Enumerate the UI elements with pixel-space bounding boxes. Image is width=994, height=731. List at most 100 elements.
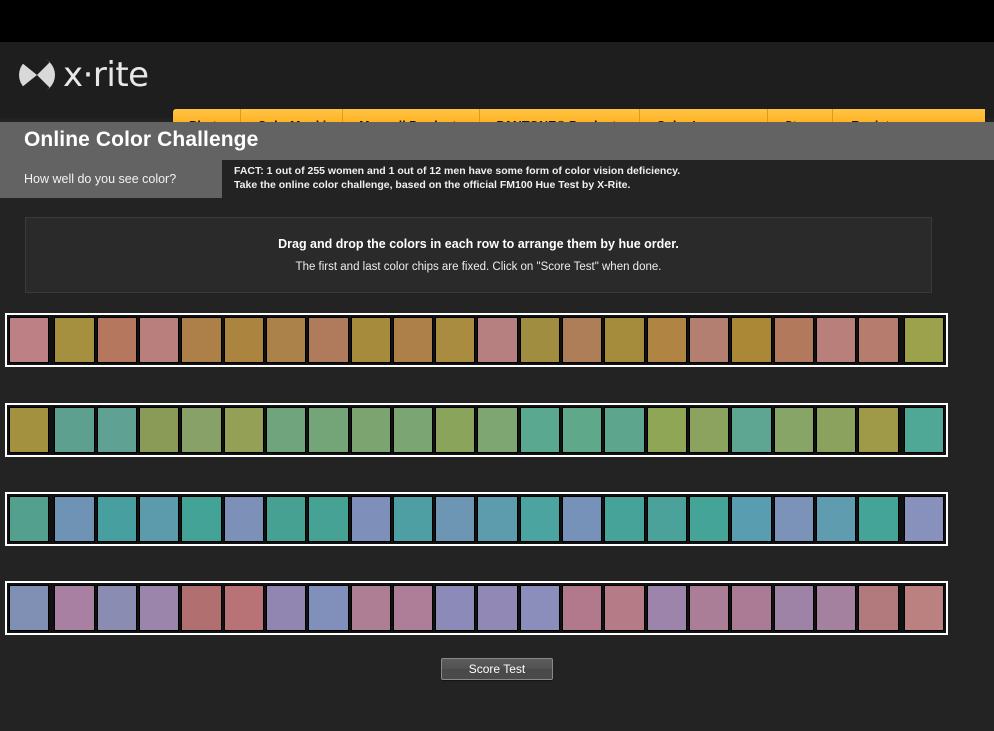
color-chip[interactable] <box>223 317 264 363</box>
color-chip[interactable] <box>435 317 476 363</box>
instruction-primary: Drag and drop the colors in each row to … <box>278 237 679 251</box>
color-chip[interactable] <box>435 407 476 453</box>
color-chip[interactable] <box>54 496 95 542</box>
color-chip[interactable] <box>350 317 391 363</box>
color-chip[interactable] <box>435 585 476 631</box>
color-chip[interactable] <box>773 496 814 542</box>
color-chip[interactable] <box>562 496 603 542</box>
color-chip[interactable] <box>477 317 518 363</box>
color-chip-fixed <box>9 317 50 363</box>
color-chip[interactable] <box>477 407 518 453</box>
color-row <box>5 492 948 546</box>
color-chip[interactable] <box>308 496 349 542</box>
color-chip[interactable] <box>223 407 264 453</box>
color-chip[interactable] <box>773 585 814 631</box>
color-chip[interactable] <box>308 585 349 631</box>
color-chip[interactable] <box>815 585 857 631</box>
color-chip[interactable] <box>350 496 391 542</box>
color-chip[interactable] <box>350 407 391 453</box>
color-chip[interactable] <box>96 317 137 363</box>
color-chip[interactable] <box>519 407 561 453</box>
color-chip[interactable] <box>54 585 95 631</box>
color-chip[interactable] <box>477 496 518 542</box>
color-chip[interactable] <box>477 585 518 631</box>
color-chip[interactable] <box>138 585 180 631</box>
color-chip[interactable] <box>181 317 222 363</box>
color-chip[interactable] <box>308 407 349 453</box>
color-chip[interactable] <box>858 585 899 631</box>
page-title: Online Color Challenge <box>24 128 259 151</box>
color-chip[interactable] <box>773 317 814 363</box>
color-chip[interactable] <box>562 317 603 363</box>
color-chip[interactable] <box>308 317 349 363</box>
color-chip[interactable] <box>181 585 222 631</box>
color-chip[interactable] <box>858 407 899 453</box>
color-chip[interactable] <box>96 407 137 453</box>
color-chip[interactable] <box>689 317 730 363</box>
color-chip[interactable] <box>815 496 857 542</box>
color-chip[interactable] <box>604 585 645 631</box>
color-chip[interactable] <box>646 317 687 363</box>
color-chip[interactable] <box>858 317 899 363</box>
color-chip[interactable] <box>223 585 264 631</box>
color-row-chips <box>9 585 944 631</box>
color-chip[interactable] <box>646 496 687 542</box>
score-button-wrap: Score Test <box>0 658 994 680</box>
color-chip[interactable] <box>265 317 307 363</box>
color-chip[interactable] <box>181 407 222 453</box>
color-chip[interactable] <box>773 407 814 453</box>
color-chip[interactable] <box>731 585 772 631</box>
color-chip[interactable] <box>646 585 687 631</box>
color-chip[interactable] <box>138 317 180 363</box>
color-chip[interactable] <box>689 496 730 542</box>
color-chip[interactable] <box>562 585 603 631</box>
color-chip[interactable] <box>265 585 307 631</box>
color-chip[interactable] <box>96 496 137 542</box>
color-chip[interactable] <box>689 585 730 631</box>
color-chip[interactable] <box>138 407 180 453</box>
color-chip[interactable] <box>731 317 772 363</box>
color-chip[interactable] <box>435 496 476 542</box>
instruction-secondary: The first and last color chips are fixed… <box>295 261 662 273</box>
color-chip[interactable] <box>646 407 687 453</box>
color-chip[interactable] <box>392 407 434 453</box>
color-chip[interactable] <box>519 317 561 363</box>
color-chip[interactable] <box>265 496 307 542</box>
color-chip[interactable] <box>181 496 222 542</box>
color-chip[interactable] <box>858 496 899 542</box>
color-chip[interactable] <box>54 317 95 363</box>
color-chip[interactable] <box>138 496 180 542</box>
score-test-button[interactable]: Score Test <box>441 658 553 680</box>
color-chip[interactable] <box>815 407 857 453</box>
color-chip[interactable] <box>392 585 434 631</box>
color-row-chips <box>9 317 944 363</box>
xrite-logo[interactable]: x·rite <box>18 55 149 95</box>
color-chip-fixed <box>9 496 50 542</box>
color-chip[interactable] <box>562 407 603 453</box>
color-chip[interactable] <box>392 496 434 542</box>
site-header: x·rite Photo ColorMunki Munsell Products… <box>0 42 994 142</box>
color-chip[interactable] <box>604 496 645 542</box>
color-chip-fixed <box>903 317 944 363</box>
color-chip[interactable] <box>604 317 645 363</box>
color-chip[interactable] <box>265 407 307 453</box>
color-chip[interactable] <box>519 496 561 542</box>
instructions-panel: Drag and drop the colors in each row to … <box>25 217 932 293</box>
color-chip[interactable] <box>731 496 772 542</box>
color-chip[interactable] <box>689 407 730 453</box>
color-chip[interactable] <box>54 407 95 453</box>
color-chip-fixed <box>903 407 944 453</box>
color-chip-fixed <box>903 585 944 631</box>
color-chip[interactable] <box>519 585 561 631</box>
color-chip[interactable] <box>350 585 391 631</box>
color-row <box>5 313 948 367</box>
color-chip[interactable] <box>96 585 137 631</box>
color-chip[interactable] <box>223 496 264 542</box>
subtitle-bar: How well do you see color? FACT: 1 out o… <box>0 160 994 198</box>
color-chip[interactable] <box>731 407 772 453</box>
color-chip[interactable] <box>392 317 434 363</box>
color-chip[interactable] <box>604 407 645 453</box>
tagline: How well do you see color? <box>0 160 222 198</box>
color-chip[interactable] <box>815 317 857 363</box>
color-chip-fixed <box>9 407 50 453</box>
